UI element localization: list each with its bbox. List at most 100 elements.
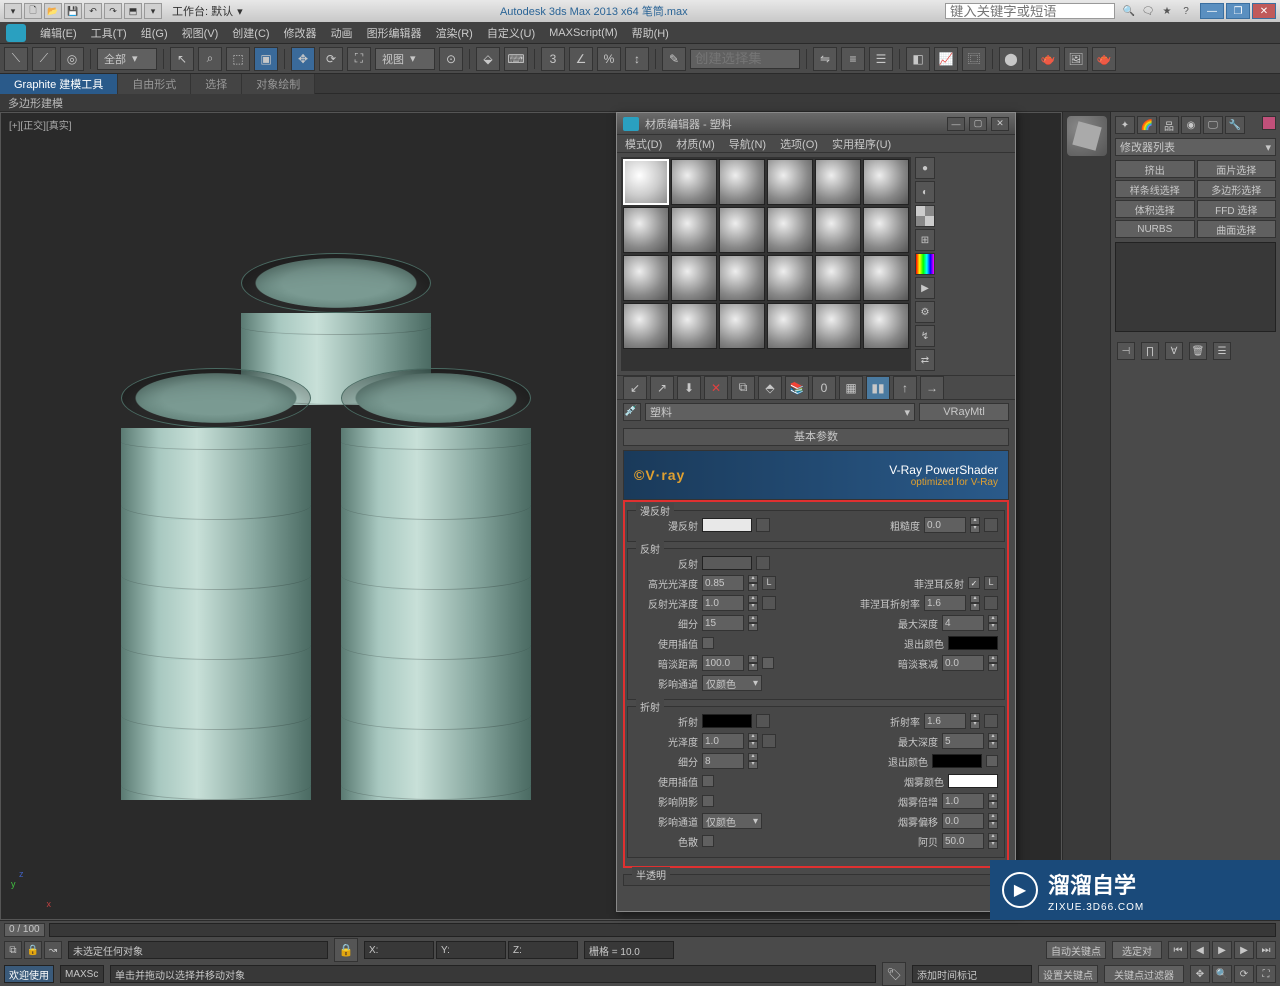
move-icon[interactable]: ✥	[291, 47, 315, 71]
video-check-icon[interactable]	[915, 253, 935, 275]
material-slot[interactable]	[671, 159, 717, 205]
material-slot[interactable]	[815, 207, 861, 253]
layers-icon[interactable]: ☰	[869, 47, 893, 71]
snap-toggle-icon[interactable]: 3	[541, 47, 565, 71]
graphite-icon[interactable]: ◧	[906, 47, 930, 71]
mod-extrude[interactable]: 挤出	[1115, 160, 1195, 178]
tab-modify-icon[interactable]: 🌈	[1137, 116, 1157, 134]
ref-coord-dropdown[interactable]: 视图▾	[375, 48, 435, 70]
material-slot[interactable]	[719, 303, 765, 349]
pivot-icon[interactable]: ⊙	[439, 47, 463, 71]
set-key-button[interactable]: 设置关键点	[1038, 965, 1098, 983]
material-slot[interactable]	[767, 207, 813, 253]
assign-icon[interactable]: ⬇	[677, 376, 701, 400]
material-slot[interactable]	[623, 255, 669, 301]
search-icon[interactable]: 🔍	[1121, 3, 1137, 19]
material-editor-titlebar[interactable]: 材质编辑器 - 塑料 — ▢ ✕	[617, 113, 1015, 135]
spinner-snap-icon[interactable]: ↕	[625, 47, 649, 71]
mod-ffd-select[interactable]: FFD 选择	[1197, 200, 1277, 218]
tab-hierarchy-icon[interactable]: 品	[1159, 116, 1179, 134]
menu-options[interactable]: 选项(O)	[780, 136, 818, 152]
rexit-color-swatch[interactable]	[932, 754, 982, 768]
menu-view[interactable]: 视图(V)	[182, 25, 219, 41]
material-slot-1[interactable]	[623, 159, 669, 205]
menu-tools[interactable]: 工具(T)	[91, 25, 127, 41]
abbe-spinner[interactable]: 50.0	[942, 833, 984, 849]
render-icon[interactable]: 🫖	[1092, 47, 1116, 71]
lock-selection-icon[interactable]: 🔒	[334, 938, 358, 962]
menu-material[interactable]: 材质(M)	[676, 136, 715, 152]
menu-maxscript[interactable]: MAXScript(M)	[549, 27, 617, 39]
remove-mod-icon[interactable]: 🗑	[1189, 342, 1207, 360]
menu-animation[interactable]: 动画	[331, 25, 353, 41]
maximize-button[interactable]: ▢	[969, 117, 987, 131]
menu-create[interactable]: 创建(C)	[232, 25, 269, 41]
undo-icon[interactable]: ↶	[84, 3, 102, 19]
rglossy-map-slot[interactable]	[762, 596, 776, 610]
rmaxdepth-spinner[interactable]: 5	[942, 733, 984, 749]
fresnel-ior-spinner[interactable]: 1.6	[924, 595, 966, 611]
material-params-scroll[interactable]: 基本参数 ©V·ray V-Ray PowerShaderoptimized f…	[617, 424, 1015, 930]
menu-graph-editors[interactable]: 图形编辑器	[367, 25, 422, 41]
keyboard-icon[interactable]: ⌨	[504, 47, 528, 71]
viewcube[interactable]	[1067, 116, 1107, 156]
search-input[interactable]	[945, 3, 1115, 19]
mirror-icon[interactable]: ⇋	[813, 47, 837, 71]
material-slot[interactable]	[671, 255, 717, 301]
fresnel-checkbox[interactable]	[968, 577, 980, 589]
dimfall-spinner[interactable]: 0.0	[942, 655, 984, 671]
dimdist-spinner[interactable]: 100.0	[702, 655, 744, 671]
reflect-color-swatch[interactable]	[702, 556, 752, 570]
material-slot[interactable]	[767, 255, 813, 301]
rotate-icon[interactable]: ⟳	[319, 47, 343, 71]
material-slot[interactable]	[863, 207, 909, 253]
put-to-lib-icon[interactable]: 📚	[785, 376, 809, 400]
help-icon[interactable]: ?	[1178, 3, 1194, 19]
glossy-map-slot[interactable]	[762, 734, 776, 748]
raffect-dropdown[interactable]: 仅颜色▾	[702, 813, 762, 829]
time-tag-label[interactable]: 添加时间标记	[912, 965, 1032, 983]
fogcolor-swatch[interactable]	[948, 774, 998, 788]
lock-button[interactable]: L	[762, 576, 776, 590]
render-setup-icon[interactable]: 🫖	[1036, 47, 1060, 71]
roughness-spinner[interactable]: 0.0	[924, 517, 966, 533]
material-type-button[interactable]: VRayMtl	[919, 403, 1009, 421]
selection-filter-dropdown[interactable]: 全部▾	[97, 48, 157, 70]
prev-frame-icon[interactable]: ◀	[1190, 941, 1210, 959]
material-slot[interactable]	[863, 255, 909, 301]
material-slot[interactable]	[767, 303, 813, 349]
time-config-icon[interactable]: ⧉	[4, 941, 22, 959]
select-link-icon[interactable]: ⟍	[4, 47, 28, 71]
favorite-icon[interactable]: ★	[1159, 3, 1175, 19]
select-icon[interactable]: ↖	[170, 47, 194, 71]
material-slot[interactable]	[719, 207, 765, 253]
subdiv-spinner[interactable]: 15	[702, 615, 744, 631]
next-frame-icon[interactable]: ▶	[1234, 941, 1254, 959]
tab-selection[interactable]: 选择	[191, 74, 242, 94]
maxdepth-spinner[interactable]: 4	[942, 615, 984, 631]
material-slot[interactable]	[815, 303, 861, 349]
reflect-map-slot[interactable]	[756, 556, 770, 570]
material-slot[interactable]	[719, 255, 765, 301]
material-slot[interactable]	[623, 303, 669, 349]
restore-button[interactable]: ❐	[1226, 3, 1250, 19]
window-crossing-icon[interactable]: ▣	[254, 47, 278, 71]
coord-x[interactable]: X:	[364, 941, 434, 959]
dimdist-checkbox[interactable]	[762, 657, 774, 669]
rollout-basic-params[interactable]: 基本参数	[623, 428, 1009, 446]
fogmult-spinner[interactable]: 1.0	[942, 793, 984, 809]
go-parent-icon[interactable]: ↑	[893, 376, 917, 400]
app-logo-icon[interactable]	[6, 24, 26, 42]
frame-indicator[interactable]: 0 / 100	[4, 923, 45, 937]
reset-icon[interactable]: ✕	[704, 376, 728, 400]
goto-end-icon[interactable]: ⏭	[1256, 941, 1276, 959]
select-name-icon[interactable]: ⌕	[198, 47, 222, 71]
material-slot[interactable]	[623, 207, 669, 253]
project-icon[interactable]: ▾	[144, 3, 162, 19]
lock-button[interactable]: L	[984, 576, 998, 590]
angle-snap-icon[interactable]: ∠	[569, 47, 593, 71]
tab-display-icon[interactable]: 🖵	[1203, 116, 1223, 134]
material-editor-icon[interactable]: ⬤	[999, 47, 1023, 71]
viewport-label[interactable]: [+][正交][真实]	[9, 117, 72, 132]
render-frame-icon[interactable]: 🖼	[1064, 47, 1088, 71]
